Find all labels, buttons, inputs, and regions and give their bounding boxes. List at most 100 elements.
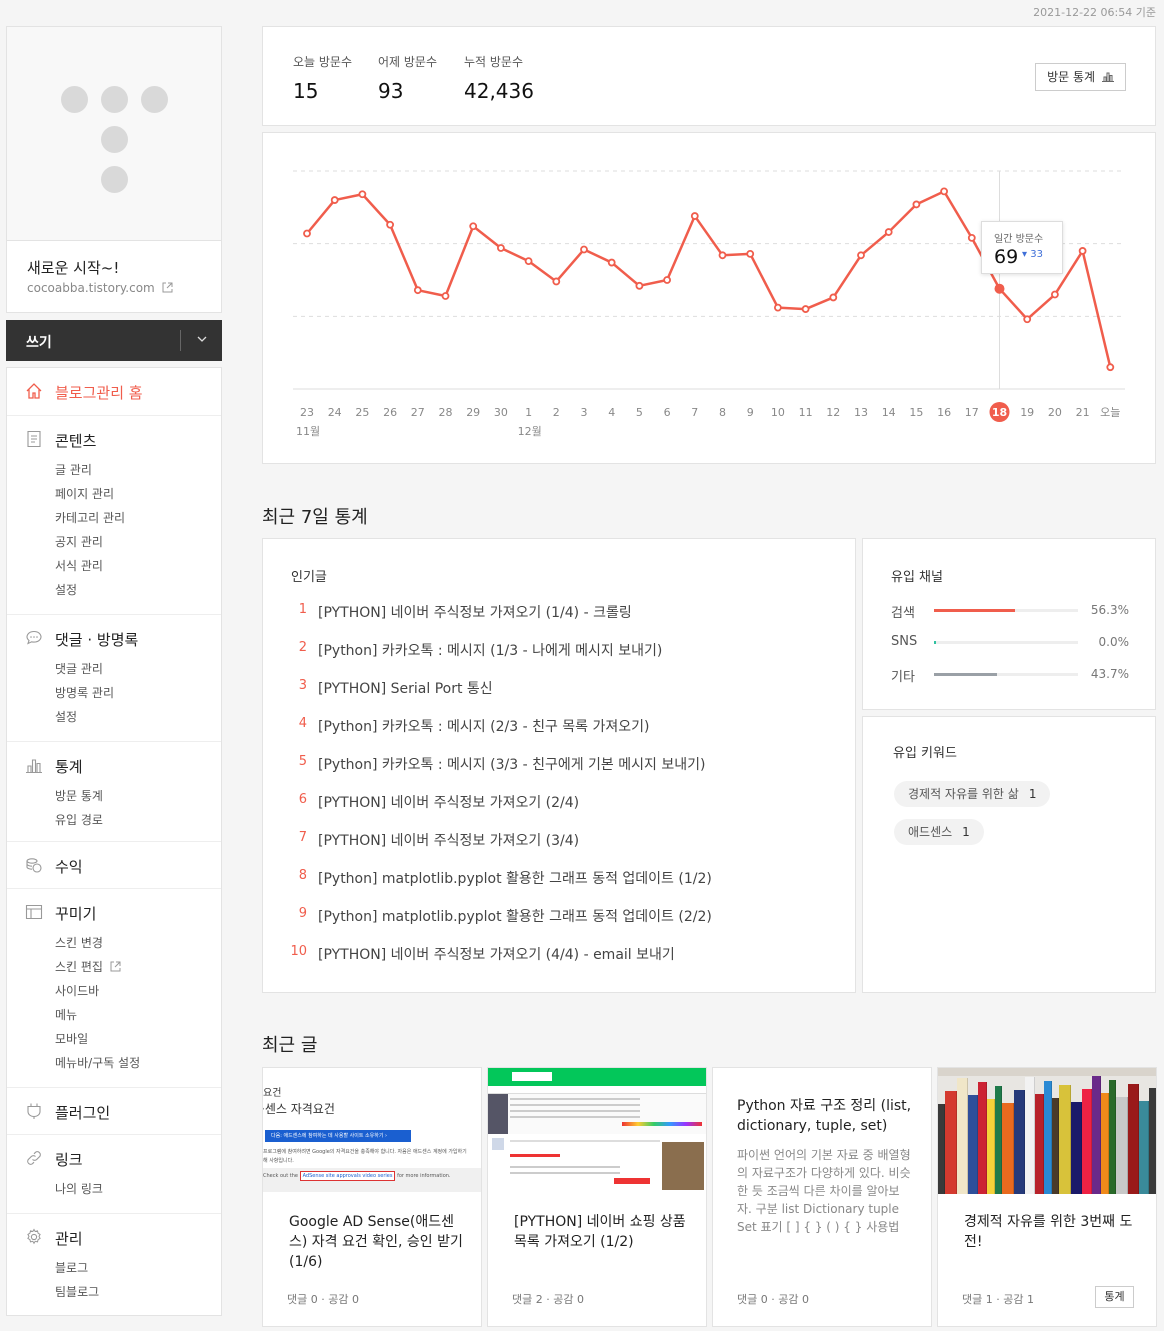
sidebar-subitem-mobile[interactable]: 모바일 bbox=[55, 1030, 88, 1047]
popular-post-item[interactable]: 2 [Python] 카카오톡 : 메시지 (1/3 - 나에게 메시지 보내기) bbox=[263, 640, 853, 660]
write-dropdown-button[interactable] bbox=[192, 328, 212, 350]
inflow-keyword-chip[interactable]: 애드센스 1 bbox=[894, 819, 984, 845]
sidebar-subitem-contents-settings[interactable]: 설정 bbox=[55, 581, 77, 598]
speech-bubble-icon bbox=[26, 630, 42, 645]
popular-post-item[interactable]: 5 [Python] 카카오톡 : 메시지 (3/3 - 친구에게 기본 메시지 … bbox=[263, 754, 853, 774]
sidebar-subitem-team-blog[interactable]: 팀블로그 bbox=[55, 1283, 99, 1300]
chart-point bbox=[635, 281, 644, 290]
sidebar-subitem-sidebar[interactable]: 사이드바 bbox=[55, 982, 99, 999]
chart-tick-label: 20 bbox=[1048, 406, 1062, 419]
inflow-keyword-chip[interactable]: 경제적 자유를 위한 삶 1 bbox=[894, 781, 1051, 807]
book-spine bbox=[945, 1091, 957, 1194]
inflow-channel-bar-fill bbox=[934, 641, 937, 644]
chart-point bbox=[884, 228, 893, 236]
menu-section-home: 블로그관리 홈 bbox=[7, 368, 221, 416]
popular-post-item[interactable]: 3 [PYTHON] Serial Port 통신 bbox=[263, 678, 853, 698]
chart-point bbox=[663, 276, 672, 284]
popular-post-title: [PYTHON] Serial Port 통신 bbox=[318, 681, 493, 697]
sidebar-subitem-category-manage[interactable]: 카테고리 관리 bbox=[55, 509, 125, 526]
book-spine bbox=[995, 1086, 1002, 1194]
menu-section-manage: 관리 블로그 팀블로그 bbox=[7, 1214, 221, 1315]
menu-section-comments: 댓글 · 방명록 댓글 관리 방명록 관리 설정 bbox=[7, 615, 221, 742]
book-spine bbox=[1109, 1080, 1116, 1194]
book-spine bbox=[1116, 1097, 1128, 1194]
link-icon bbox=[27, 1151, 41, 1165]
inflow-channel-bar bbox=[934, 673, 1078, 676]
post-stats-button[interactable]: 통계 bbox=[1095, 1286, 1134, 1308]
sidebar-subitem-menubar-subscribe[interactable]: 메뉴바/구독 설정 bbox=[55, 1054, 140, 1071]
book-spine bbox=[1059, 1085, 1071, 1194]
tooltip-change: ▾ 33 bbox=[1022, 249, 1043, 260]
chart-point bbox=[940, 187, 948, 196]
chart-point bbox=[829, 293, 838, 302]
sidebar-subitem-comment-manage[interactable]: 댓글 관리 bbox=[55, 660, 103, 677]
sidebar-subitem-my-links[interactable]: 나의 링크 bbox=[55, 1180, 103, 1197]
chart-point bbox=[552, 277, 561, 286]
keyword-count: 1 bbox=[962, 825, 970, 839]
write-button[interactable]: 쓰기 bbox=[26, 332, 52, 352]
recent-post-card[interactable]: [PYTHON] 네이버 쇼핑 상품 목록 가져오기 (1/2) 댓글 2 · … bbox=[487, 1067, 707, 1327]
external-link-icon bbox=[162, 282, 173, 293]
recent-post-card[interactable]: 요건 ·센스 자격요건 다음: 애드센스에 참여하는 데 사용할 사이트 소유하… bbox=[262, 1067, 482, 1327]
sidebar-subitem-visit-stats[interactable]: 방문 통계 bbox=[55, 787, 103, 804]
down-arrow-icon: ▾ bbox=[1022, 249, 1028, 260]
sidebar-subitem-page-manage[interactable]: 페이지 관리 bbox=[55, 485, 114, 502]
popular-post-rank: 10 bbox=[290, 944, 307, 959]
popular-post-item[interactable]: 7 [PYTHON] 네이버 주식정보 가져오기 (3/4) bbox=[263, 830, 853, 850]
sidebar-item-label: 플러그인 bbox=[55, 1104, 111, 1122]
sidebar-subitem-menu[interactable]: 메뉴 bbox=[55, 1006, 77, 1023]
daily-visits-chart[interactable]: 23 24 25 26 27 28 29 30 1 2 3 4 5 6 7 8 9 10 11 12 13 14 15 16 1… bbox=[263, 133, 1155, 463]
recent-post-card[interactable]: 경제적 자유를 위한 3번째 도전! 댓글 1 · 공감 1 통계 bbox=[937, 1067, 1157, 1327]
chart-tick-label: 4 bbox=[608, 406, 615, 419]
book-spine bbox=[1082, 1089, 1092, 1194]
sidebar-subitem-skin-edit[interactable]: 스킨 편집 bbox=[55, 958, 121, 975]
chart-point bbox=[469, 222, 478, 231]
inflow-channel-bar-fill bbox=[934, 673, 997, 676]
inflow-channel-row: SNS 0.0% bbox=[863, 633, 1155, 653]
sidebar-item-label: 관리 bbox=[55, 1230, 83, 1248]
bar-chart-icon bbox=[1101, 72, 1114, 82]
popular-post-rank: 9 bbox=[298, 906, 307, 921]
sidebar-subitem-guestbook-manage[interactable]: 방명록 관리 bbox=[55, 684, 114, 701]
external-link-icon bbox=[110, 961, 121, 972]
chart-tick-label: 9 bbox=[747, 406, 754, 419]
post-thumbnail bbox=[488, 1068, 706, 1194]
blog-profile-card: 새로운 시작~! cocoabba.tistory.com bbox=[6, 26, 222, 313]
popular-post-title: [Python] 카카오톡 : 메시지 (3/3 - 친구에게 기본 메시지 보… bbox=[318, 757, 706, 773]
popular-post-item[interactable]: 4 [Python] 카카오톡 : 메시지 (2/3 - 친구 목록 가져오기) bbox=[263, 716, 853, 736]
chart-tick-label: 14 bbox=[882, 406, 896, 419]
sidebar-subitem-notice-manage[interactable]: 공지 관리 bbox=[55, 533, 103, 550]
popular-post-item[interactable]: 8 [Python] matplotlib.pyplot 활용한 그래프 동적 업… bbox=[263, 868, 853, 888]
popular-post-title: [PYTHON] 네이버 주식정보 가져오기 (2/4) bbox=[318, 795, 580, 811]
inflow-channel-percent: 0.0% bbox=[1098, 635, 1130, 649]
post-likes: 공감 0 bbox=[778, 1293, 809, 1306]
chart-point bbox=[441, 292, 450, 300]
inflow-channel-name: SNS bbox=[891, 634, 918, 649]
blog-name[interactable]: 새로운 시작~! bbox=[27, 257, 119, 278]
document-icon bbox=[27, 430, 41, 448]
popular-post-item[interactable]: 10 [PYTHON] 네이버 주식정보 가져오기 (4/4) - email 보… bbox=[263, 944, 853, 964]
chart-tick-label: 27 bbox=[411, 406, 425, 419]
popular-post-item[interactable]: 6 [PYTHON] 네이버 주식정보 가져오기 (2/4) bbox=[263, 792, 853, 812]
book-spine bbox=[1002, 1103, 1014, 1194]
sidebar-subitem-template-manage[interactable]: 서식 관리 bbox=[55, 557, 103, 574]
menu-section-contents: 콘텐츠 글 관리 페이지 관리 카테고리 관리 공지 관리 서식 관리 설정 bbox=[7, 416, 221, 615]
logo-dot bbox=[61, 86, 88, 113]
sidebar-subitem-skin-change[interactable]: 스킨 변경 bbox=[55, 934, 103, 951]
blog-url-link[interactable]: cocoabba.tistory.com bbox=[27, 281, 173, 295]
book-spine bbox=[957, 1078, 968, 1194]
popular-posts-card: 인기글 1 [PYTHON] 네이버 주식정보 가져오기 (1/4) - 크롤링 2… bbox=[262, 538, 856, 993]
blog-profile-image[interactable] bbox=[7, 27, 221, 241]
popular-post-item[interactable]: 1 [PYTHON] 네이버 주식정보 가져오기 (1/4) - 크롤링 bbox=[263, 602, 853, 622]
recent-post-card[interactable]: Python 자료 구조 정리 (list, dictionary, tuple… bbox=[712, 1067, 932, 1327]
popular-post-item[interactable]: 9 [Python] matplotlib.pyplot 활용한 그래프 동적 업… bbox=[263, 906, 853, 926]
popular-post-title: [PYTHON] 네이버 주식정보 가져오기 (3/4) bbox=[318, 833, 580, 849]
visit-stats-button[interactable]: 방문 통계 bbox=[1035, 63, 1126, 91]
sidebar-subitem-blog[interactable]: 블로그 bbox=[55, 1259, 88, 1276]
book-spine bbox=[1139, 1101, 1149, 1194]
sidebar-subitem-referrer[interactable]: 유입 경로 bbox=[55, 811, 103, 828]
sidebar-subitem-comment-settings[interactable]: 설정 bbox=[55, 708, 77, 725]
sidebar-subitem-post-manage[interactable]: 글 관리 bbox=[55, 461, 92, 478]
chart-tick-label: 3 bbox=[581, 406, 588, 419]
post-thumbnail bbox=[938, 1068, 1156, 1194]
